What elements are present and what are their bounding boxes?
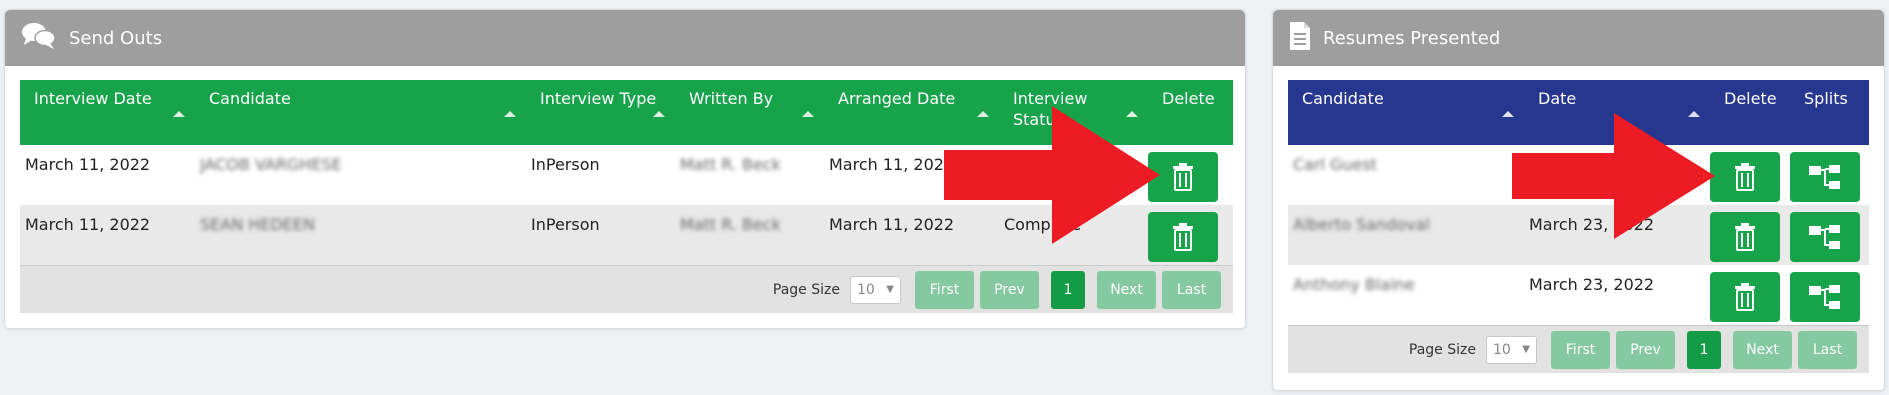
delete-button[interactable] xyxy=(1710,212,1780,262)
col-label: Candidate xyxy=(209,89,291,108)
delete-button[interactable] xyxy=(1710,152,1780,202)
document-icon xyxy=(1289,21,1311,55)
col-label: Splits xyxy=(1804,89,1848,108)
prev-page-button[interactable]: Prev xyxy=(980,270,1039,309)
send-outs-pager: Page Size 10 ▼ First Prev 1 Next Last xyxy=(20,265,1233,313)
candidate-name[interactable]: Anthony Blaine xyxy=(1288,265,1524,295)
col-label: Interview Type xyxy=(540,89,657,108)
page-size-select[interactable]: 10 ▼ xyxy=(1486,335,1537,364)
chevron-down-icon: ▼ xyxy=(1522,344,1530,355)
last-page-button[interactable]: Last xyxy=(1798,330,1857,369)
current-page-button[interactable]: 1 xyxy=(1687,330,1721,369)
col-written-by[interactable]: Written By xyxy=(675,80,824,145)
sort-icon xyxy=(653,111,665,117)
current-page-button[interactable]: 1 xyxy=(1051,270,1085,309)
page-size-value: 10 xyxy=(857,281,875,298)
splits-cell xyxy=(1790,265,1869,322)
red-arrow-annotation xyxy=(944,106,1160,244)
candidate-name[interactable]: SEAN HEDEEN xyxy=(195,205,526,235)
last-page-button[interactable]: Last xyxy=(1162,270,1221,309)
splits-button[interactable] xyxy=(1790,152,1860,202)
col-label: Written By xyxy=(689,89,774,108)
col-label: Delete xyxy=(1724,89,1777,108)
table-row: Anthony Blaine March 23, 2022 xyxy=(1288,265,1869,325)
col-label: Delete xyxy=(1162,89,1215,108)
written-by: Matt R. Beck xyxy=(680,155,781,174)
chat-bubbles-icon xyxy=(21,21,57,55)
col-interview-date[interactable]: Interview Date xyxy=(20,80,195,145)
col-candidate[interactable]: Candidate xyxy=(195,80,526,145)
first-page-button[interactable]: First xyxy=(1551,330,1610,369)
splits-cell xyxy=(1790,205,1869,262)
next-page-button[interactable]: Next xyxy=(1097,270,1156,309)
trash-icon xyxy=(1735,223,1755,251)
candidate-name[interactable]: Alberto Sandoval xyxy=(1288,205,1524,235)
trash-icon xyxy=(1735,283,1755,311)
resumes-header: Resumes Presented xyxy=(1273,10,1884,66)
col-delete: Delete xyxy=(1710,80,1790,145)
candidate-name[interactable]: JACOB VARGHESE xyxy=(195,145,526,175)
delete-cell xyxy=(1148,205,1233,262)
col-delete: Delete xyxy=(1148,80,1233,145)
sort-icon xyxy=(504,111,516,117)
splits-button[interactable] xyxy=(1790,212,1860,262)
interview-type: InPerson xyxy=(531,155,600,174)
candidate-name[interactable]: Carl Guest xyxy=(1288,145,1524,175)
page-size-select[interactable]: 10 ▼ xyxy=(850,275,901,304)
splits-cell xyxy=(1790,145,1869,202)
delete-cell xyxy=(1710,205,1790,262)
col-splits: Splits xyxy=(1790,80,1869,145)
sitemap-icon xyxy=(1809,225,1840,249)
prev-page-button[interactable]: Prev xyxy=(1616,330,1675,369)
delete-cell xyxy=(1710,145,1790,202)
send-outs-header: Send Outs xyxy=(5,10,1245,66)
trash-icon xyxy=(1173,163,1193,191)
col-label: Date xyxy=(1538,89,1577,108)
col-label: Interview Date xyxy=(34,89,152,108)
interview-date: March 11, 2022 xyxy=(25,215,151,234)
next-page-button[interactable]: Next xyxy=(1733,330,1792,369)
sort-icon xyxy=(173,111,185,117)
interview-date: March 11, 2022 xyxy=(25,155,151,174)
delete-cell xyxy=(1710,265,1790,322)
col-interview-type[interactable]: Interview Type xyxy=(526,80,675,145)
red-arrow-annotation xyxy=(1512,113,1715,239)
interview-type: InPerson xyxy=(531,215,600,234)
resumes-pager: Page Size 10 ▼ First Prev 1 Next Last xyxy=(1288,325,1869,373)
send-outs-title: Send Outs xyxy=(69,27,163,49)
first-page-button[interactable]: First xyxy=(915,270,974,309)
page-size-label: Page Size xyxy=(772,281,840,298)
trash-icon xyxy=(1735,163,1755,191)
sitemap-icon xyxy=(1809,165,1840,189)
col-label: Candidate xyxy=(1302,89,1384,108)
delete-cell xyxy=(1148,145,1233,202)
page-size-value: 10 xyxy=(1493,341,1511,358)
col-candidate[interactable]: Candidate xyxy=(1288,80,1524,145)
chevron-down-icon: ▼ xyxy=(886,284,894,295)
sitemap-icon xyxy=(1809,285,1840,309)
delete-button[interactable] xyxy=(1710,272,1780,322)
splits-button[interactable] xyxy=(1790,272,1860,322)
written-by: Matt R. Beck xyxy=(680,215,781,234)
presented-date: March 23, 2022 xyxy=(1529,275,1655,294)
trash-icon xyxy=(1173,223,1193,251)
page-size-label: Page Size xyxy=(1408,341,1476,358)
resumes-title: Resumes Presented xyxy=(1323,27,1501,49)
col-label: Arranged Date xyxy=(838,89,956,108)
sort-icon xyxy=(802,111,814,117)
